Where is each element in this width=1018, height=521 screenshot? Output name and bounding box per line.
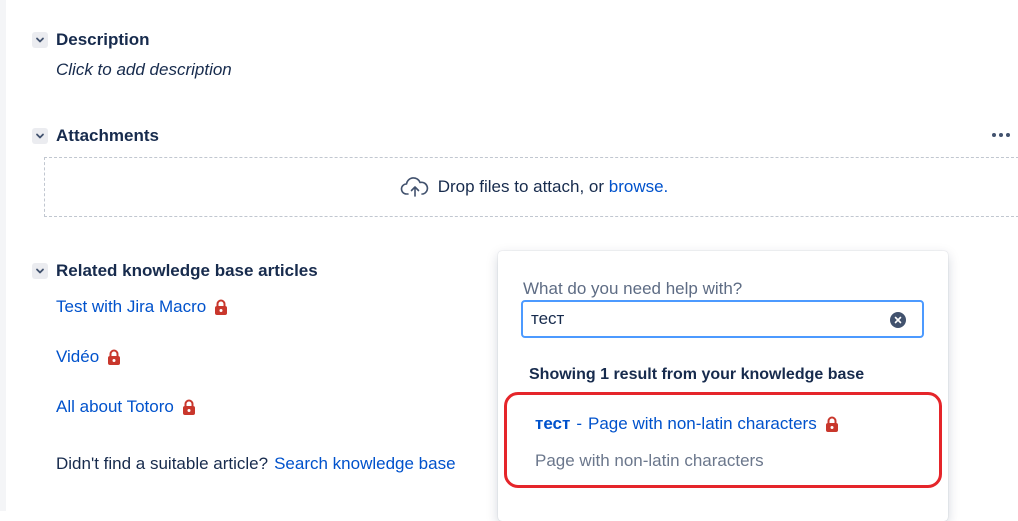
lock-icon xyxy=(214,299,228,316)
browse-link[interactable]: browse. xyxy=(609,177,669,197)
lock-icon xyxy=(825,416,839,433)
left-panel-border xyxy=(0,0,6,511)
chevron-down-icon[interactable] xyxy=(32,263,48,279)
kb-search-label: What do you need help with? xyxy=(523,279,743,298)
highlight-ring xyxy=(504,392,942,488)
lock-icon xyxy=(182,399,196,416)
kb-help-line: Didn't find a suitable article? Search k… xyxy=(56,454,456,474)
kb-help-prompt: Didn't find a suitable article? xyxy=(56,454,269,473)
chevron-down-icon[interactable] xyxy=(32,128,48,144)
kb-search-popup: What do you need help with? Showing 1 re… xyxy=(498,251,948,521)
dropzone-text: Drop files to attach, or xyxy=(437,177,605,196)
lock-icon xyxy=(107,349,121,366)
attachments-title: Attachments xyxy=(56,126,159,145)
result-term[interactable]: тест xyxy=(535,414,570,434)
kb-search-input[interactable] xyxy=(521,300,924,338)
results-heading: Showing 1 result from your knowledge bas… xyxy=(529,366,865,383)
result-separator: - xyxy=(576,414,583,433)
description-title: Description xyxy=(56,30,150,49)
kb-article-label[interactable]: All about Totoro xyxy=(56,397,174,417)
result-title[interactable]: Page with non-latin characters xyxy=(588,414,817,434)
kb-article-link[interactable]: Test with Jira Macro xyxy=(56,297,228,317)
attachments-header[interactable]: Attachments xyxy=(32,126,159,146)
search-kb-link[interactable]: Search knowledge base xyxy=(274,454,455,474)
description-placeholder[interactable]: Click to add description xyxy=(56,60,232,80)
kb-article-link[interactable]: All about Totoro xyxy=(56,397,196,417)
cloud-upload-icon xyxy=(400,176,430,198)
kb-article-link[interactable]: Vidéo xyxy=(56,347,121,367)
attachment-dropzone[interactable]: Drop files to attach, or browse. xyxy=(44,157,1018,217)
related-kb-header[interactable]: Related knowledge base articles xyxy=(32,261,318,281)
more-options-icon[interactable] xyxy=(990,126,1012,144)
chevron-down-icon[interactable] xyxy=(32,32,48,48)
search-result-link[interactable]: тест - Page with non-latin characters xyxy=(535,414,839,434)
related-kb-title: Related knowledge base articles xyxy=(56,261,318,280)
description-header[interactable]: Description xyxy=(32,30,150,50)
result-excerpt: Page with non-latin characters xyxy=(535,451,764,470)
kb-article-label[interactable]: Vidéo xyxy=(56,347,99,367)
kb-article-label[interactable]: Test with Jira Macro xyxy=(56,297,206,317)
clear-search-icon[interactable] xyxy=(890,312,906,328)
